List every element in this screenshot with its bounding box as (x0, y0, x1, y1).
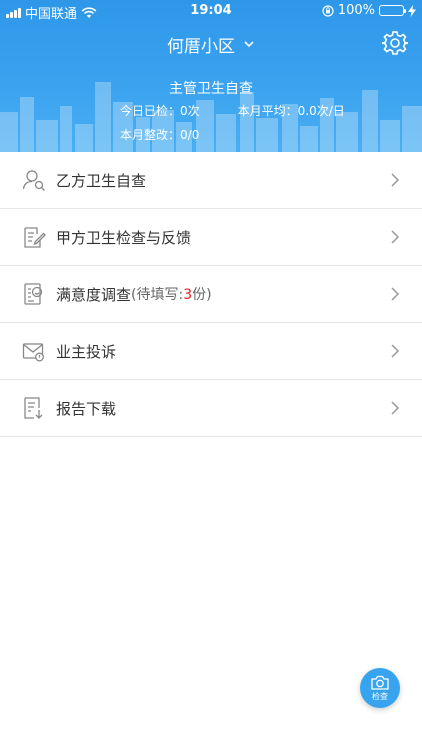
status-right: 100% (322, 3, 416, 18)
today-checked-label: 今日已检： (120, 104, 181, 118)
month-average-label: 本月平均： (237, 104, 298, 118)
menu-item-label: 满意度调查 (56, 285, 132, 304)
user-search-icon (22, 170, 45, 191)
orientation-lock-icon (322, 4, 334, 17)
menu-list: 乙方卫生自查 甲方卫生检查与反馈 满意度调查 (待填写:3份) 业主投诉 报告下… (0, 152, 422, 437)
month-rectify-label: 本月整改： (120, 128, 181, 142)
report-download-icon (24, 397, 43, 419)
community-name: 何厝小区 (167, 36, 235, 57)
menu-item-label: 报告下载 (56, 399, 117, 418)
survey-icon (24, 283, 43, 305)
month-average-value: 0.0次/日 (297, 104, 345, 118)
menu-item-label: 业主投诉 (56, 342, 117, 361)
chevron-right-icon (391, 173, 400, 187)
menu-item-satisfaction-survey[interactable]: 满意度调查 (待填写:3份) (0, 266, 422, 323)
charging-bolt-icon (408, 4, 416, 17)
pending-prefix: (待填写: (131, 287, 184, 303)
edit-note-icon (24, 227, 46, 248)
gear-icon[interactable] (382, 30, 408, 56)
community-selector[interactable]: 何厝小区 (0, 30, 422, 58)
chevron-right-icon (391, 230, 400, 244)
pending-count: 3 (183, 287, 193, 303)
today-checked-value: 0次 (180, 104, 200, 118)
pending-survey-count: (待填写:3份) (131, 284, 212, 304)
month-rectify-value: 0/0 (180, 128, 200, 142)
chevron-right-icon (391, 287, 400, 301)
menu-item-owner-complaints[interactable]: 业主投诉 (0, 323, 422, 380)
menu-item-label: 乙方卫生自查 (56, 171, 147, 190)
pending-suffix: 份) (192, 287, 212, 303)
menu-item-contractor-self-check[interactable]: 乙方卫生自查 (0, 152, 422, 209)
today-checked: 今日已检：0次 (120, 102, 200, 119)
menu-item-label: 甲方卫生检查与反馈 (56, 228, 192, 247)
battery-icon (379, 5, 406, 16)
battery-percent: 100% (337, 3, 375, 18)
stats-row: 今日已检：0次 本月平均：0.0次/日 (120, 102, 345, 119)
camera-icon (371, 675, 389, 690)
chevron-right-icon (391, 344, 400, 358)
mail-complaint-icon (22, 343, 44, 362)
check-button-label: 检查 (372, 691, 388, 701)
menu-item-owner-inspection-feedback[interactable]: 甲方卫生检查与反馈 (0, 209, 422, 266)
month-rectify: 本月整改：0/0 (120, 126, 199, 143)
status-bar: 中国联通 19:04 100% (0, 0, 422, 22)
chevron-right-icon (391, 401, 400, 415)
supervisor-title: 主管卫生自查 (169, 81, 253, 97)
check-camera-button[interactable]: 检查 (360, 668, 400, 708)
month-average: 本月平均：0.0次/日 (238, 102, 345, 119)
menu-item-report-download[interactable]: 报告下载 (0, 380, 422, 437)
chevron-down-icon (244, 41, 254, 48)
header-banner: 中国联通 19:04 100% 何厝小区 主管卫生自查 今日已检：0次 本月平均… (0, 0, 422, 152)
app-screen: 中国联通 19:04 100% 何厝小区 主管卫生自查 今日已检：0次 本月平均… (0, 0, 422, 750)
